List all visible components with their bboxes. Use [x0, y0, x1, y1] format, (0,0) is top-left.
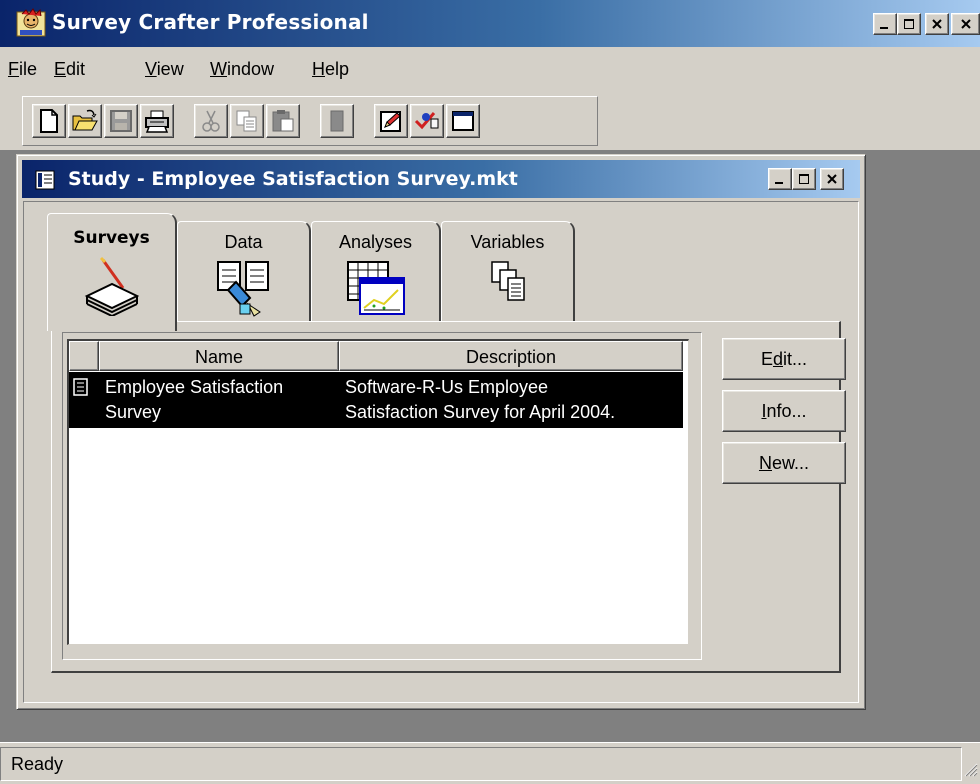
- study-window-title: Study - Employee Satisfaction Survey.mkt: [68, 168, 518, 190]
- column-header-icon[interactable]: [69, 341, 99, 371]
- close-button-edge[interactable]: [951, 13, 980, 35]
- paste-icon: [272, 110, 294, 132]
- table-row[interactable]: Employee Satisfaction Survey Software-R-…: [69, 372, 683, 428]
- close-icon: [932, 19, 942, 29]
- survey-list-frame: Name Description Employee Satisfaction S…: [62, 332, 702, 660]
- cell-survey-description: Software-R-Us Employee Satisfaction Surv…: [345, 375, 683, 425]
- edit-pencil-icon: [380, 111, 401, 132]
- edit-button[interactable]: [374, 104, 408, 138]
- maximize-icon: [799, 174, 809, 184]
- menu-help[interactable]: Help: [312, 59, 349, 80]
- close-button[interactable]: [925, 13, 949, 35]
- study-window: Study - Employee Satisfaction Survey.mkt…: [16, 154, 866, 710]
- minimize-button[interactable]: [873, 13, 897, 35]
- tab-data-label: Data: [224, 232, 263, 252]
- print-icon: [145, 110, 169, 133]
- edit-button-label-post: it...: [783, 349, 808, 369]
- menu-file[interactable]: File: [8, 59, 37, 80]
- cell-survey-name-line2: Survey: [105, 402, 162, 422]
- open-button[interactable]: [68, 104, 102, 138]
- surveys-tab-panel: Name Description Employee Satisfaction S…: [51, 321, 846, 673]
- print-button[interactable]: [140, 104, 174, 138]
- tab-data[interactable]: Data: [177, 221, 311, 331]
- menu-view-label: iew: [156, 59, 184, 79]
- maximize-icon: [904, 19, 914, 29]
- tab-surveys[interactable]: Surveys: [47, 213, 177, 331]
- tab-analyses-label: Analyses: [338, 232, 413, 252]
- edit-button[interactable]: Edit...: [722, 338, 846, 380]
- menu-window-mnemonic: W: [210, 59, 227, 79]
- copy-icon: [236, 110, 257, 132]
- menu-view-mnemonic: V: [145, 59, 157, 79]
- blank-button[interactable]: [320, 104, 354, 138]
- minimize-icon: [775, 182, 783, 184]
- menu-edit-label: dit: [66, 59, 86, 79]
- new-button[interactable]: [32, 104, 66, 138]
- variables-pages-icon: [488, 260, 528, 309]
- resize-grip-icon[interactable]: [962, 761, 978, 782]
- new-document-icon: [40, 109, 58, 133]
- new-button-label: ew...: [771, 453, 810, 473]
- survey-stack-icon: [83, 256, 141, 321]
- survey-document-icon: [73, 378, 89, 396]
- tab-variables-label: Variables: [470, 232, 545, 252]
- menu-window-label: indow: [227, 59, 275, 79]
- edit-button-mnemonic: d: [772, 349, 783, 369]
- menu-file-label: ile: [19, 59, 38, 79]
- new-button-mnemonic: N: [758, 453, 772, 473]
- save-disk-icon: [110, 110, 132, 132]
- close-icon: [827, 174, 837, 184]
- menu-help-label: elp: [325, 59, 350, 79]
- new-survey-button[interactable]: New...: [722, 442, 846, 484]
- info-button-label: nfo...: [766, 401, 807, 421]
- minimize-icon: [880, 27, 888, 29]
- menu-window[interactable]: Window: [210, 59, 274, 80]
- status-bar: Ready: [0, 742, 980, 784]
- spellcheck-icon: [414, 112, 439, 130]
- cut-scissors-icon: [202, 110, 220, 132]
- paste-button[interactable]: [266, 104, 300, 138]
- menu-help-mnemonic: H: [312, 59, 325, 79]
- cell-survey-description-line1: Software-R-Us Employee: [345, 377, 549, 397]
- survey-list[interactable]: Name Description Employee Satisfaction S…: [67, 339, 689, 645]
- menu-edit-mnemonic: E: [54, 59, 67, 79]
- child-close-button[interactable]: [820, 168, 844, 190]
- app-title: Survey Crafter Professional: [52, 10, 369, 34]
- cut-button[interactable]: [194, 104, 228, 138]
- edit-button-label-pre: E: [760, 349, 773, 369]
- tab-variables[interactable]: Variables: [441, 221, 575, 331]
- child-maximize-button[interactable]: [792, 168, 816, 190]
- close-icon: [960, 19, 971, 29]
- window-button[interactable]: [446, 104, 480, 138]
- cell-survey-description-line2: Satisfaction Survey for April 2004.: [345, 402, 616, 422]
- study-window-title-bar[interactable]: Study - Employee Satisfaction Survey.mkt: [22, 160, 860, 198]
- status-text: Ready: [0, 747, 962, 781]
- tab-surveys-label: Surveys: [73, 228, 150, 248]
- copy-button[interactable]: [230, 104, 264, 138]
- menu-view[interactable]: View: [145, 59, 184, 80]
- cell-survey-name-line1: Employee Satisfaction: [105, 377, 284, 397]
- column-header-name[interactable]: Name: [99, 341, 339, 371]
- save-button[interactable]: [104, 104, 138, 138]
- spellcheck-button[interactable]: [410, 104, 444, 138]
- child-minimize-button[interactable]: [768, 168, 792, 190]
- study-document-icon[interactable]: [34, 169, 56, 191]
- info-button[interactable]: Info...: [722, 390, 846, 432]
- analysis-chart-icon: [346, 260, 406, 321]
- tab-analyses[interactable]: Analyses: [311, 221, 441, 331]
- data-documents-icon: [214, 260, 274, 323]
- cell-survey-name: Employee Satisfaction Survey: [105, 375, 341, 425]
- blank-icon: [330, 110, 344, 132]
- app-logo-icon[interactable]: [16, 8, 46, 38]
- window-icon: [452, 111, 474, 131]
- maximize-button[interactable]: [897, 13, 921, 35]
- menu-edit[interactable]: Edit: [54, 59, 85, 80]
- menu-bar: File Edit View Window Help: [0, 47, 980, 93]
- menu-file-mnemonic: F: [8, 59, 19, 79]
- open-folder-icon: [72, 109, 98, 131]
- app-title-bar[interactable]: Survey Crafter Professional: [0, 0, 980, 47]
- column-header-description[interactable]: Description: [339, 341, 683, 371]
